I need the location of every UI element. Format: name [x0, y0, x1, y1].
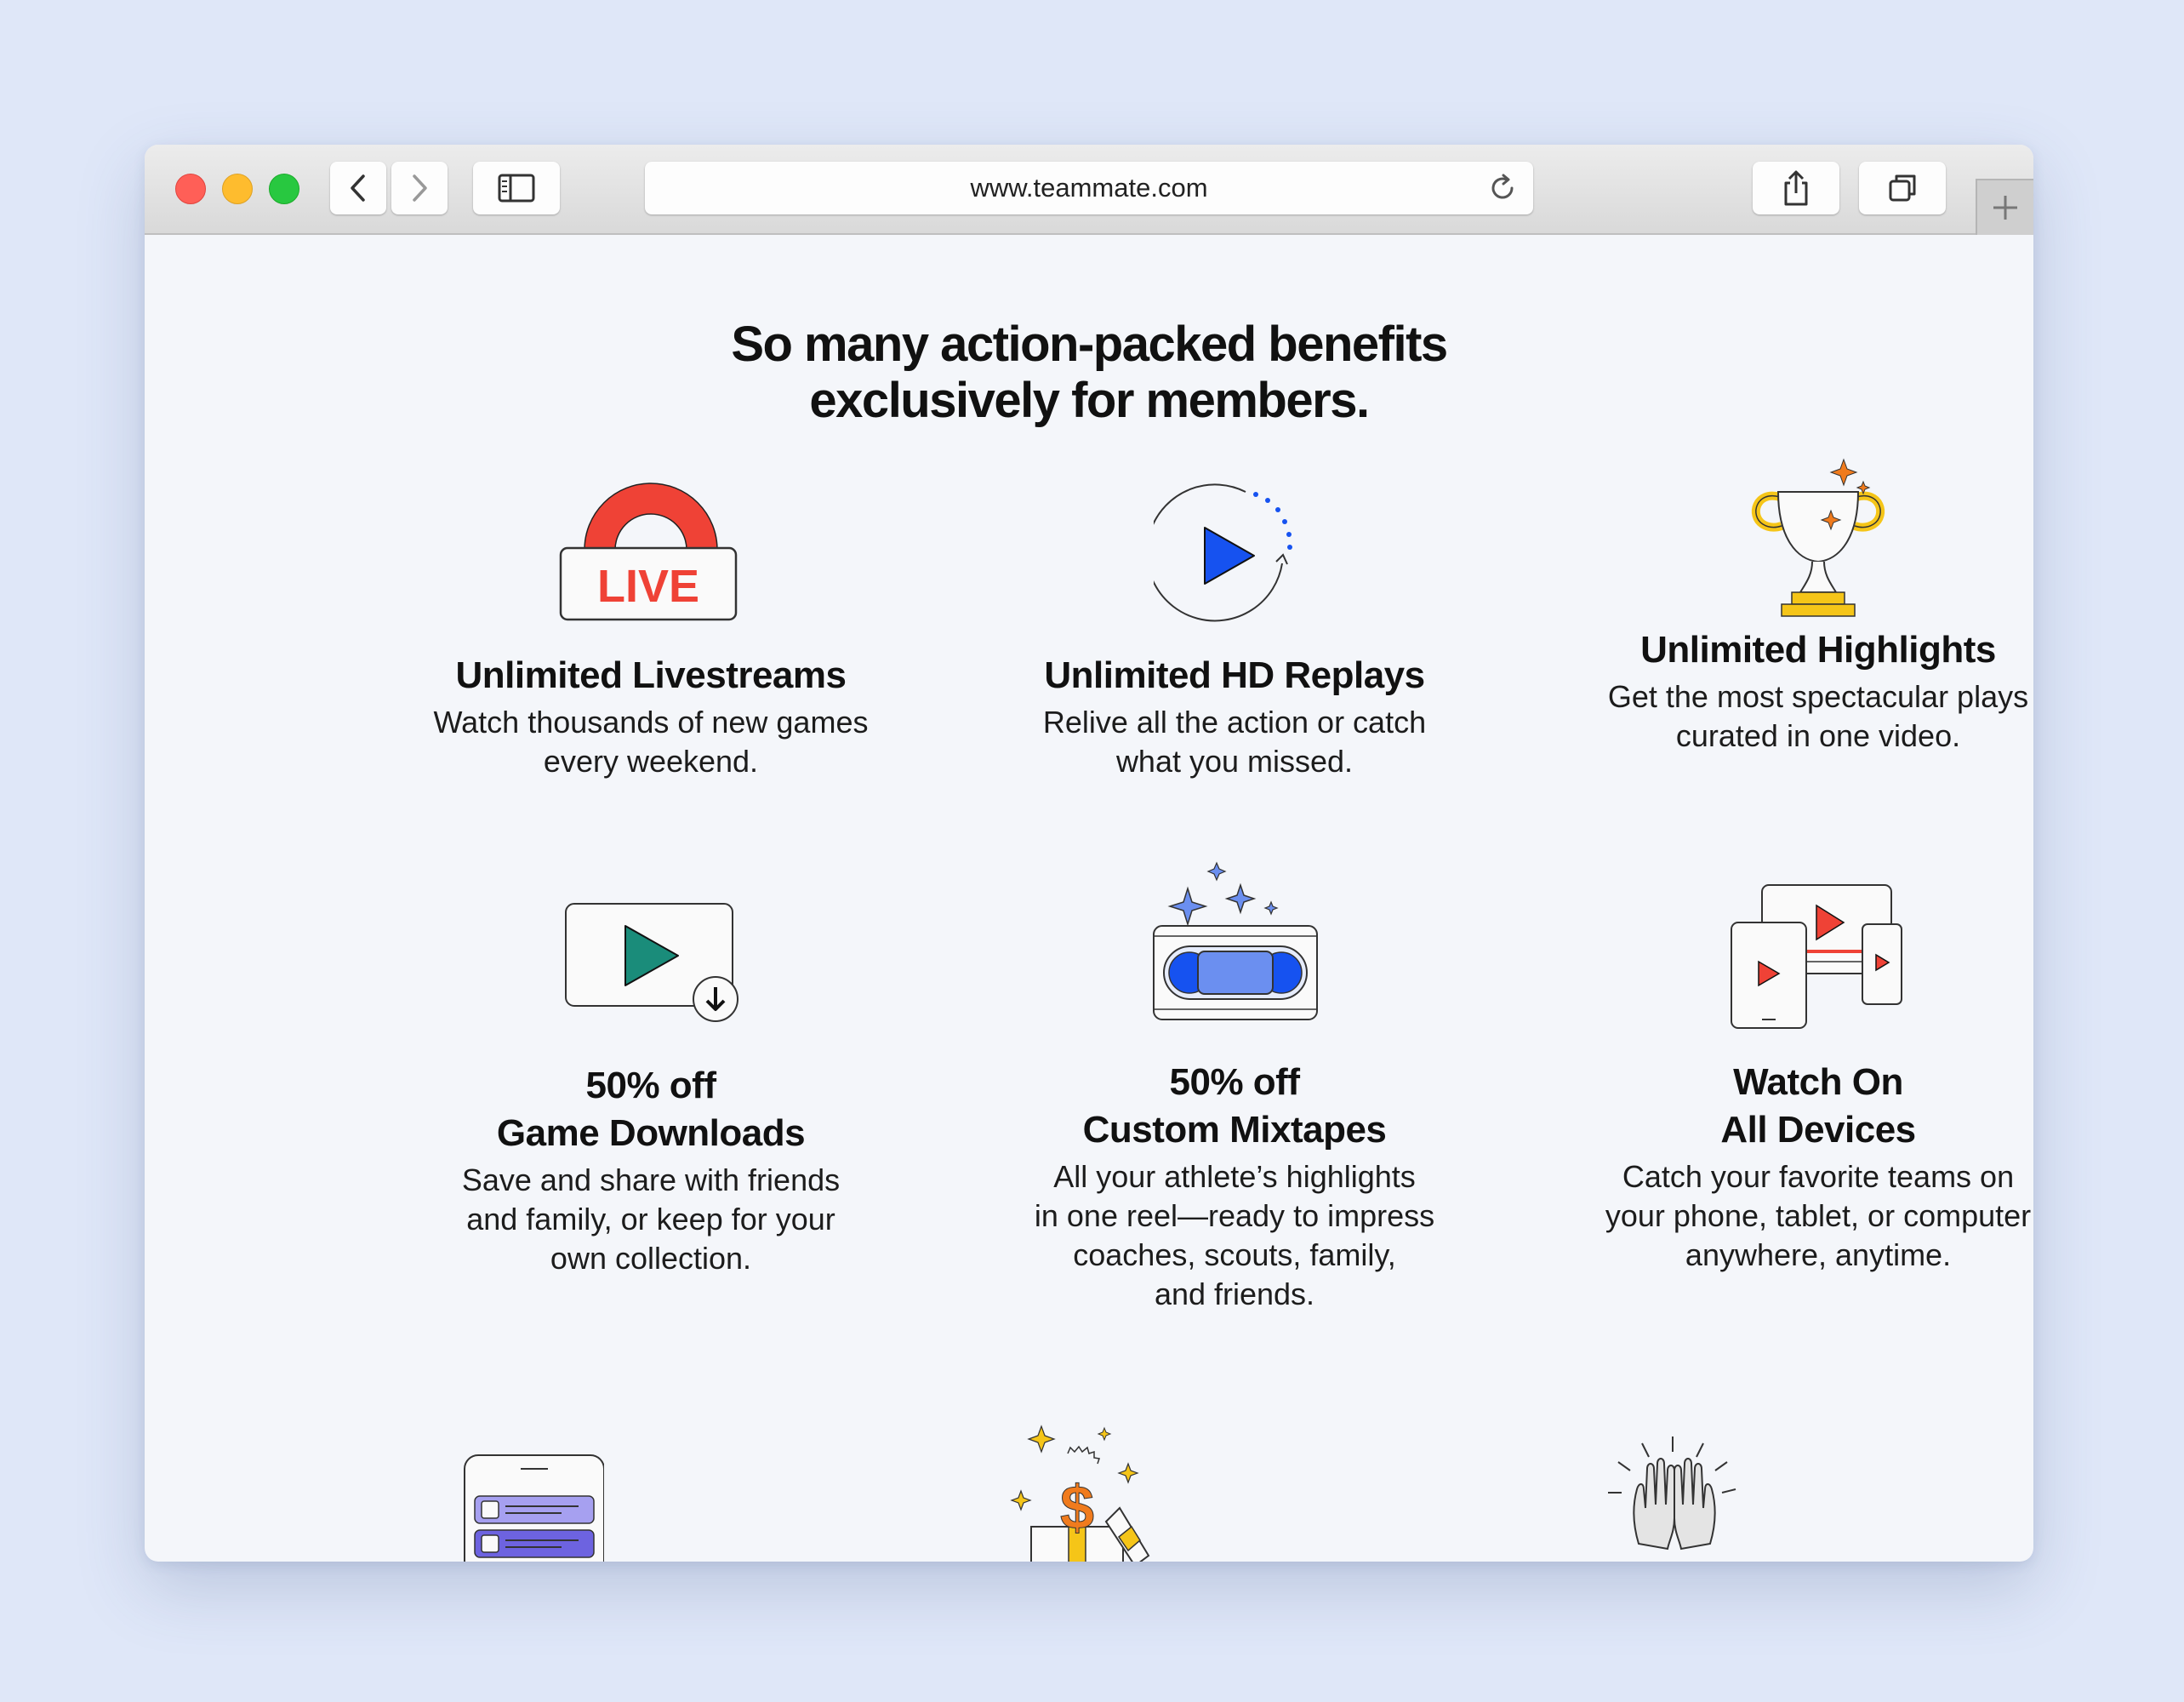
feature-description: Catch your favorite teams on [1622, 1159, 2015, 1194]
browser-toolbar: www.teammate.com [145, 145, 2033, 235]
feature-hd-replays: Unlimited HD Replays Relive all the acti… [943, 482, 1526, 781]
feature-description: what you missed. [1115, 744, 1354, 779]
share-button[interactable] [1753, 162, 1839, 214]
plus-icon [1993, 196, 2017, 220]
feature-description: Watch thousands of new games [433, 705, 869, 740]
feature-title: Unlimited Highlights [1640, 629, 1996, 671]
high-five-icon [1608, 1436, 1736, 1551]
browser-window: www.teammate.com So many action-packed b… [145, 145, 2033, 1562]
feature-description: curated in one video. [1675, 718, 1961, 753]
chevron-left-icon [351, 174, 365, 202]
dollar-gift-icon: $ [1010, 1425, 1150, 1562]
share-icon [1784, 170, 1808, 206]
feature-description: coaches, scouts, family, [1073, 1237, 1396, 1272]
reload-icon[interactable] [1487, 173, 1518, 203]
svg-text:$: $ [1060, 1474, 1094, 1542]
heading-line: exclusively for members. [809, 373, 1370, 428]
tabs-icon [1889, 174, 1916, 202]
phone-list-icon [464, 1454, 604, 1562]
feature-description: own collection. [550, 1241, 752, 1276]
live-icon: LIVE [559, 483, 738, 621]
feature-description: Get the most spectacular plays [1607, 679, 2029, 714]
feature-description: in one reel—ready to impress [1034, 1198, 1435, 1233]
url-text: www.teammate.com [970, 173, 1208, 203]
feature-highlights: Unlimited Highlights Get the most specta… [1526, 458, 2033, 756]
forward-button[interactable] [391, 162, 448, 214]
sidebar-toggle-button[interactable] [473, 162, 560, 214]
feature-title: 50% off [585, 1065, 716, 1106]
new-tab-button[interactable] [1976, 179, 2033, 235]
feature-title: Watch On [1733, 1061, 1903, 1103]
svg-text:LIVE: LIVE [597, 561, 699, 612]
feature-title: Custom Mixtapes [1082, 1109, 1387, 1151]
feature-title: All Devices [1720, 1109, 1916, 1151]
close-window-button[interactable] [175, 174, 206, 204]
address-bar[interactable]: www.teammate.com [645, 162, 1533, 214]
heading-line: So many action-packed benefits [731, 317, 1448, 372]
back-button[interactable] [330, 162, 386, 214]
feature-description: and family, or keep for your [466, 1202, 835, 1237]
page-content: So many action-packed benefits exclusive… [145, 235, 2033, 1562]
feature-livestreams: LIVE Unlimited Livestreams Watch thousan… [359, 482, 943, 781]
sidebar-icon [498, 174, 535, 203]
feature-description: every weekend. [543, 744, 759, 779]
feature-description: and friends. [1154, 1276, 1315, 1311]
trophy-icon [1751, 458, 1885, 617]
vhs-tape-icon [1153, 861, 1318, 1020]
replay-play-icon [1154, 483, 1292, 622]
feature-description: All your athlete’s highlights [1053, 1159, 1416, 1194]
feature-description: your phone, tablet, or computer [1605, 1198, 2032, 1233]
download-video-icon [565, 903, 738, 1022]
feature-title: Game Downloads [496, 1112, 806, 1154]
feature-all-devices: Watch On All Devices Catch your favorite… [1526, 884, 2033, 1275]
feature-description: Relive all the action or catch [1042, 705, 1427, 740]
page-heading: So many action-packed benefits exclusive… [145, 317, 2033, 429]
feature-game-downloads: 50% off Game Downloads Save and share wi… [359, 897, 943, 1278]
feature-description: Save and share with friends [461, 1162, 841, 1197]
feature-title: Unlimited Livestreams [455, 654, 847, 696]
feature-description: anywhere, anytime. [1685, 1237, 1952, 1272]
minimize-window-button[interactable] [222, 174, 253, 204]
tabs-overview-button[interactable] [1859, 162, 1946, 214]
feature-custom-mixtapes: 50% off Custom Mixtapes All your athlete… [943, 861, 1526, 1314]
feature-title: 50% off [1169, 1061, 1300, 1103]
feature-title: Unlimited HD Replays [1044, 654, 1425, 696]
zoom-window-button[interactable] [269, 174, 299, 204]
chevron-right-icon [413, 174, 427, 202]
devices-icon [1731, 884, 1902, 1029]
